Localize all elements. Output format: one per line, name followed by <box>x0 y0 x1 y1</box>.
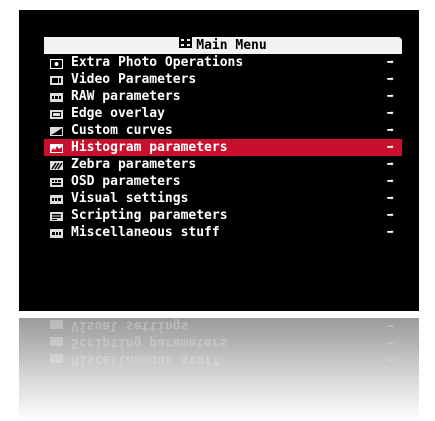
main-menu: Main Menu Extra Photo Operations ➡ Video… <box>44 37 402 241</box>
arrow-right-icon: ➡ <box>386 157 394 171</box>
arrow-right-icon: ➡ <box>386 353 394 367</box>
reflected-label: Scripting parameters <box>71 335 228 350</box>
reflected-label: Miscellaneous stuff <box>71 352 220 367</box>
menu-item-label: Edge overlay <box>71 106 165 121</box>
arrow-right-icon: ➡ <box>386 208 394 222</box>
histogram-icon <box>50 142 63 153</box>
menu-item-label: Custom curves <box>71 123 173 138</box>
edge-overlay-icon <box>50 108 63 119</box>
menu-item-label: Miscellaneous stuff <box>71 225 220 240</box>
arrow-right-icon: ➡ <box>386 140 394 154</box>
menu-item-label: OSD parameters <box>71 174 181 189</box>
raw-icon <box>50 91 63 102</box>
reflected-menu-items: Miscellaneous stuff ➡ Scripting paramete… <box>44 318 402 368</box>
reflected-item-scripting: Scripting parameters ➡ <box>44 334 402 351</box>
menu-item-raw-parameters[interactable]: RAW parameters ➡ <box>44 88 402 105</box>
script-icon <box>50 337 63 348</box>
arrow-right-icon: ➡ <box>386 123 394 137</box>
display-icon <box>50 320 63 331</box>
menu-item-custom-curves[interactable]: Custom curves ➡ <box>44 122 402 139</box>
menu-item-label: Visual settings <box>71 191 189 206</box>
menu-grid-icon <box>179 36 193 53</box>
camera-icon <box>50 57 63 69</box>
arrow-right-icon: ➡ <box>386 106 394 120</box>
reflected-label: Visual settings <box>71 318 189 333</box>
arrow-right-icon: ➡ <box>386 174 394 188</box>
display-icon <box>50 193 63 204</box>
menu-item-label: Extra Photo Operations <box>71 55 244 70</box>
arrow-right-icon: ➡ <box>386 191 394 205</box>
arrow-right-icon: ➡ <box>386 72 394 86</box>
arrow-right-icon: ➡ <box>386 225 394 239</box>
reflected-item-visual: Visual settings ➡ <box>44 318 402 334</box>
menu-item-video-parameters[interactable]: Video Parameters ➡ <box>44 71 402 88</box>
video-icon <box>50 74 63 85</box>
arrow-right-icon: ➡ <box>386 319 394 333</box>
menu-item-extra-photo-operations[interactable]: Extra Photo Operations ➡ <box>44 54 402 71</box>
arrow-right-icon: ➡ <box>386 336 394 350</box>
zebra-icon <box>50 159 63 170</box>
menu-item-visual-settings[interactable]: Visual settings ➡ <box>44 190 402 207</box>
misc-icon <box>50 354 63 365</box>
misc-icon <box>50 227 63 238</box>
menu-item-histogram-parameters[interactable]: Histogram parameters ➡ <box>44 139 402 156</box>
menu-item-label: Video Parameters <box>71 72 197 87</box>
menu-item-label: Histogram parameters <box>71 140 228 155</box>
camera-screen: Main Menu Extra Photo Operations ➡ Video… <box>19 10 419 311</box>
menu-item-zebra-parameters[interactable]: Zebra parameters ➡ <box>44 156 402 173</box>
menu-item-edge-overlay[interactable]: Edge overlay ➡ <box>44 105 402 122</box>
menu-item-scripting-parameters[interactable]: Scripting parameters ➡ <box>44 207 402 224</box>
menu-item-osd-parameters[interactable]: OSD parameters ➡ <box>44 173 402 190</box>
menu-item-label: RAW parameters <box>71 89 181 104</box>
screen-reflection: Miscellaneous stuff ➡ Scripting paramete… <box>19 318 419 421</box>
menu-item-miscellaneous-stuff[interactable]: Miscellaneous stuff ➡ <box>44 224 402 241</box>
arrow-right-icon: ➡ <box>386 55 394 69</box>
menu-item-label: Scripting parameters <box>71 208 228 223</box>
menu-item-label: Zebra parameters <box>71 157 197 172</box>
menu-title: Main Menu <box>196 38 267 53</box>
curves-icon <box>50 125 63 136</box>
menu-title-bar: Main Menu <box>44 37 402 54</box>
osd-icon <box>50 176 63 187</box>
script-icon <box>50 210 63 221</box>
reflected-item-misc: Miscellaneous stuff ➡ <box>44 351 402 368</box>
arrow-right-icon: ➡ <box>386 89 394 103</box>
